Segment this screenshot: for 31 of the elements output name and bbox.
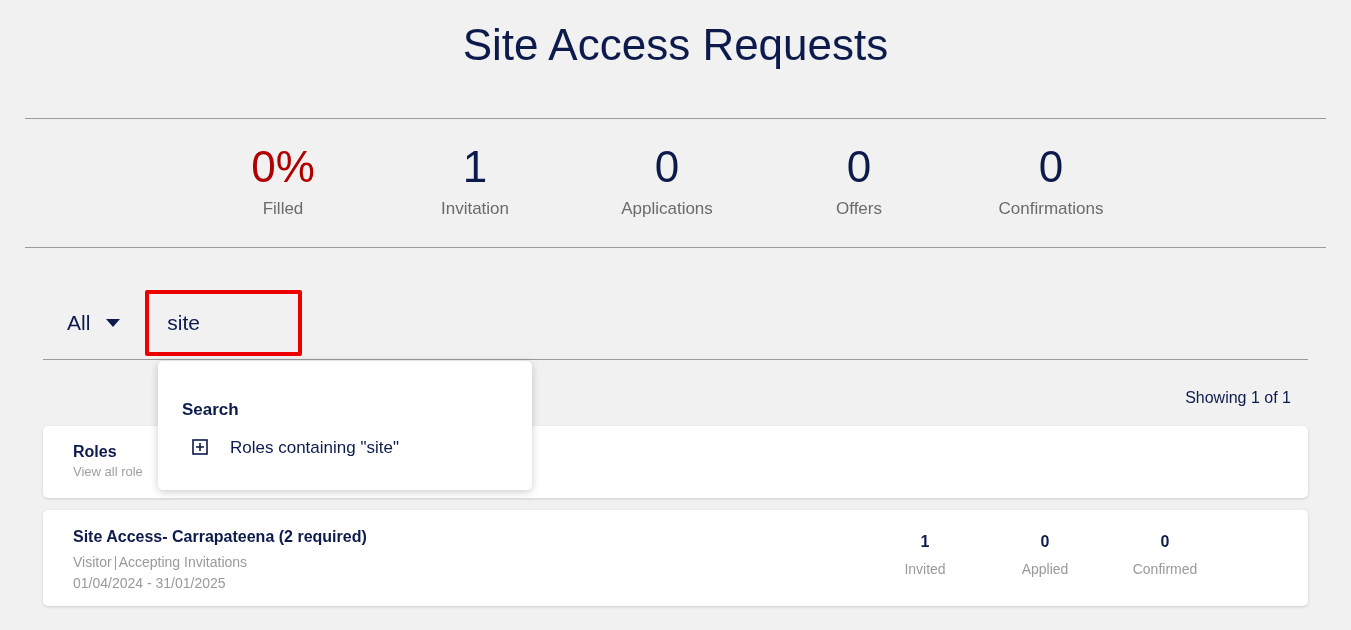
count-value: 0: [1040, 532, 1050, 552]
search-field[interactable]: site: [145, 290, 303, 356]
request-title: Site Access- Carrapateena (2 required): [73, 527, 368, 547]
count-value: 1: [920, 532, 930, 552]
filter-dropdown[interactable]: All: [43, 290, 145, 356]
count-label: Invited: [904, 560, 946, 579]
menu-heading: Search: [182, 399, 240, 421]
request-card[interactable]: Site Access- Carrapateena (2 required) Visitor Accepting Invitations 01/04/2024 - 31/01/2025 1 Invited 0 Applied 0 Confirmed: [43, 510, 1308, 606]
stat-label: Invitation: [440, 198, 509, 220]
plus-square-icon: [192, 439, 208, 456]
stat-label: Offers: [836, 198, 882, 220]
results-count: Showing 1 of 1: [1185, 388, 1291, 408]
stat-value: 0: [654, 141, 680, 193]
card-subtitle: View all role: [73, 463, 143, 481]
card-title: Roles: [73, 442, 117, 462]
caret-down-icon: [106, 319, 121, 327]
stat-value: 0: [846, 141, 872, 193]
request-status: Accepting Invitations: [118, 553, 248, 572]
stat-value: 0%: [251, 141, 315, 193]
stat-label: Filled: [262, 198, 304, 220]
count-label: Confirmed: [1132, 560, 1198, 579]
stat-label: Applications: [621, 198, 713, 220]
count-label: Applied: [1021, 560, 1069, 579]
request-type: Visitor: [73, 553, 112, 572]
menu-item[interactable]: Roles containing "site": [182, 434, 508, 460]
request-dates: 01/04/2024 - 31/01/2025: [73, 574, 227, 593]
page-title: Site Access Requests: [462, 19, 889, 71]
stat-value: 1: [462, 141, 488, 193]
stat-label: Confirmations: [998, 198, 1104, 220]
stat-value: 0: [1038, 141, 1064, 193]
count-value: 0: [1160, 532, 1170, 552]
